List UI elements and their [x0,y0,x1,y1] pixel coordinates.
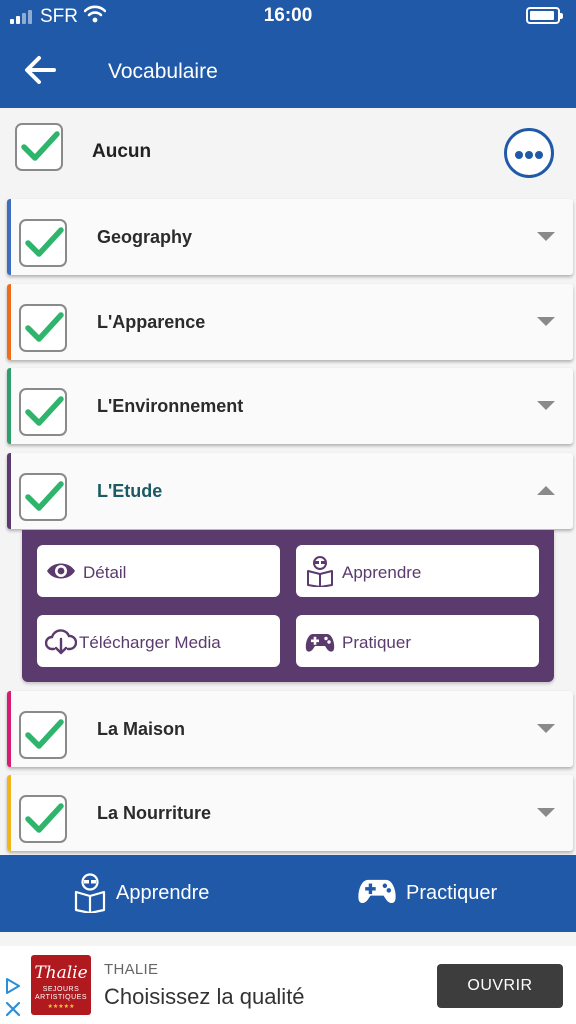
logo-name: Thalie [34,963,88,983]
checkmark-icon [25,719,64,749]
more-dot-icon [535,151,543,159]
category-color-stripe [7,199,11,275]
category-label: Geography [97,227,193,247]
battery-icon [526,7,563,24]
clock: 16:00 [263,5,313,26]
category-label: L'Apparence [97,312,206,332]
category-label: L'Etude [97,481,163,501]
eye-icon [47,563,75,579]
ad-open-button[interactable]: OUVRIR [437,964,563,1008]
adchoices-icon[interactable] [4,976,22,1020]
expand-arrow-icon[interactable] [537,401,555,410]
detail-label: Détail [83,563,127,582]
checkmark-icon [25,396,64,426]
category-checkbox[interactable] [19,795,67,843]
expand-arrow-icon[interactable] [537,232,555,241]
expand-arrow-icon[interactable] [537,724,555,733]
category-geography[interactable]: Geography [7,199,573,275]
status-bar: SFR 16:00 [0,0,576,32]
checkmark-icon [25,312,64,342]
category-nourriture[interactable]: La Nourriture [7,775,573,851]
bottom-practice-label: Practiquer [406,882,498,904]
collapse-arrow-icon[interactable] [537,486,555,495]
bottom-learn-button[interactable]: Apprendre [72,855,252,932]
more-dot-icon [515,151,523,159]
ad-banner[interactable]: Thalie SEJOURS ARTISTIQUES ★★★★★ THALIE … [0,946,576,1024]
learn-label: Apprendre [342,563,422,582]
download-media-button[interactable]: Télécharger Media [37,615,280,667]
gamepad-icon [358,879,396,904]
category-checkbox[interactable] [19,711,67,759]
category-label: La Maison [97,719,186,739]
category-label: L'Environnement [97,396,244,416]
checkmark-icon [25,481,64,511]
category-color-stripe [7,775,11,851]
gamepad-icon [305,634,335,652]
bottom-learn-label: Apprendre [116,882,210,904]
select-none-label: Aucun [92,141,152,162]
select-none-row: Aucun [0,108,576,196]
category-label: La Nourriture [97,803,212,823]
ad-brand: THALIE [104,961,159,978]
more-options-button[interactable] [504,128,554,178]
more-dot-icon [525,151,533,159]
learn-button[interactable]: Apprendre [296,545,539,597]
select-none-checkbox[interactable] [15,123,63,171]
category-checkbox[interactable] [19,473,67,521]
category-etude[interactable]: L'Etude [7,453,573,529]
category-color-stripe [7,284,11,360]
category-checkbox[interactable] [19,304,67,352]
checkmark-icon [21,131,60,161]
bottom-action-bar: Apprendre Practiquer [0,855,576,932]
bottom-practice-button[interactable]: Practiquer [356,855,556,932]
practice-label: Pratiquer [342,633,411,652]
category-color-stripe [7,453,11,529]
download-media-label: Télécharger Media [79,633,221,652]
category-color-stripe [7,691,11,767]
checkmark-icon [25,803,64,833]
category-actions-panel: Détail Apprendre Télécharger Media Prati… [22,530,554,682]
reader-icon [74,873,106,913]
logo-subtitle: SEJOURS ARTISTIQUES [34,986,88,1001]
category-checkbox[interactable] [19,219,67,267]
reader-icon [307,556,333,587]
category-environnement[interactable]: L'Environnement [7,368,573,444]
category-maison[interactable]: La Maison [7,691,573,767]
practice-button[interactable]: Pratiquer [296,615,539,667]
logo-stars: ★★★★★ [47,1004,75,1010]
advertiser-logo: Thalie SEJOURS ARTISTIQUES ★★★★★ [31,955,91,1015]
category-apparence[interactable]: L'Apparence [7,284,573,360]
back-arrow-icon[interactable] [20,50,60,90]
page-title: Vocabulaire [108,60,218,83]
expand-arrow-icon[interactable] [537,317,555,326]
ad-tagline: Choisissez la qualité [104,984,305,1009]
category-checkbox[interactable] [19,388,67,436]
expand-arrow-icon[interactable] [537,808,555,817]
checkmark-icon [25,227,64,257]
app-header: Vocabulaire [0,32,576,108]
detail-button[interactable]: Détail [37,545,280,597]
category-color-stripe [7,368,11,444]
cloud-download-icon [45,629,77,655]
